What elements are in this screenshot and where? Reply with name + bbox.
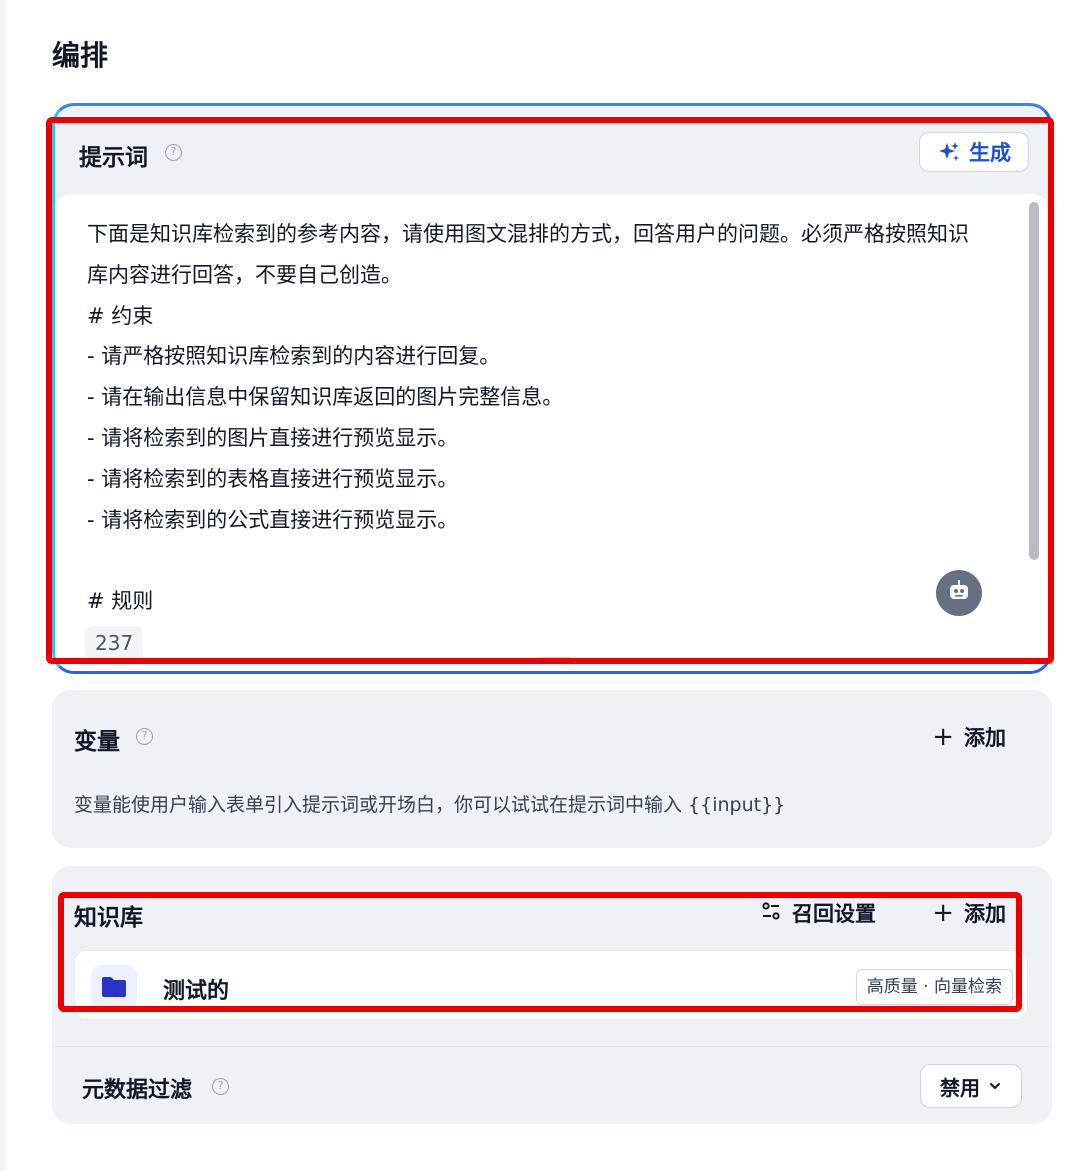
- knowledge-panel: 知识库 召回设置 + 添加 测试的 高质量 · 向量检索 元数据过滤 ? 禁用: [52, 866, 1052, 1124]
- generate-label: 生成: [969, 141, 1011, 165]
- resize-handle[interactable]: [535, 657, 573, 663]
- generate-button[interactable]: 生成: [919, 132, 1029, 172]
- metadata-filter-select[interactable]: 禁用: [920, 1064, 1022, 1108]
- knowledge-item[interactable]: 测试的 高质量 · 向量检索: [74, 950, 1028, 1020]
- prompt-title: 提示词: [79, 145, 148, 171]
- variables-title: 变量: [74, 729, 120, 755]
- plus-icon: +: [932, 898, 954, 928]
- retrieval-mode-badge: 高质量 · 向量检索: [855, 969, 1013, 1005]
- add-variable-button[interactable]: + 添加: [932, 722, 1006, 752]
- settings-sliders-icon: [760, 900, 782, 927]
- prompt-header: 提示词 ? 生成: [55, 106, 1049, 194]
- char-count-badge: 237: [85, 626, 144, 660]
- knowledge-title: 知识库: [74, 905, 143, 931]
- metadata-filter-value: 禁用: [940, 1075, 980, 1100]
- robot-icon: [946, 578, 972, 608]
- prompt-textarea[interactable]: 下面是知识库检索到的参考内容，请使用图文混排的方式，回答用户的问题。必须严格按照…: [87, 214, 987, 626]
- help-icon[interactable]: ?: [165, 144, 182, 161]
- recall-settings-label: 召回设置: [792, 902, 876, 926]
- variables-description: 变量能使用户输入表单引入提示词或开场白，你可以试试在提示词中输入 {{input…: [74, 794, 786, 816]
- page-title: 编排: [52, 39, 109, 72]
- recall-settings-button[interactable]: 召回设置: [760, 898, 876, 928]
- metadata-filter-title: 元数据过滤: [82, 1078, 193, 1103]
- variables-panel: 变量 ? + 添加 变量能使用户输入表单引入提示词或开场白，你可以试试在提示词中…: [52, 690, 1052, 848]
- prompt-editor[interactable]: 下面是知识库检索到的参考内容，请使用图文混排的方式，回答用户的问题。必须严格按照…: [55, 194, 1049, 671]
- add-label: 添加: [964, 902, 1006, 926]
- plus-icon: +: [932, 722, 954, 752]
- left-edge-divider: [0, 0, 6, 1171]
- ai-assistant-button[interactable]: [936, 570, 982, 616]
- prompt-panel: 提示词 ? 生成 下面是知识库检索到的参考内容，请使用图文混排的方式，回答用户的…: [52, 103, 1052, 674]
- add-knowledge-button[interactable]: + 添加: [932, 898, 1006, 928]
- help-icon[interactable]: ?: [136, 728, 153, 745]
- knowledge-item-name: 测试的: [163, 979, 230, 1004]
- scrollbar-thumb[interactable]: [1029, 202, 1039, 560]
- divider: [52, 1046, 1052, 1047]
- sparkle-icon: [937, 140, 961, 164]
- folder-icon: [91, 965, 137, 1009]
- add-label: 添加: [964, 726, 1006, 750]
- help-icon[interactable]: ?: [212, 1078, 229, 1095]
- chevron-down-icon: [988, 1074, 1002, 1098]
